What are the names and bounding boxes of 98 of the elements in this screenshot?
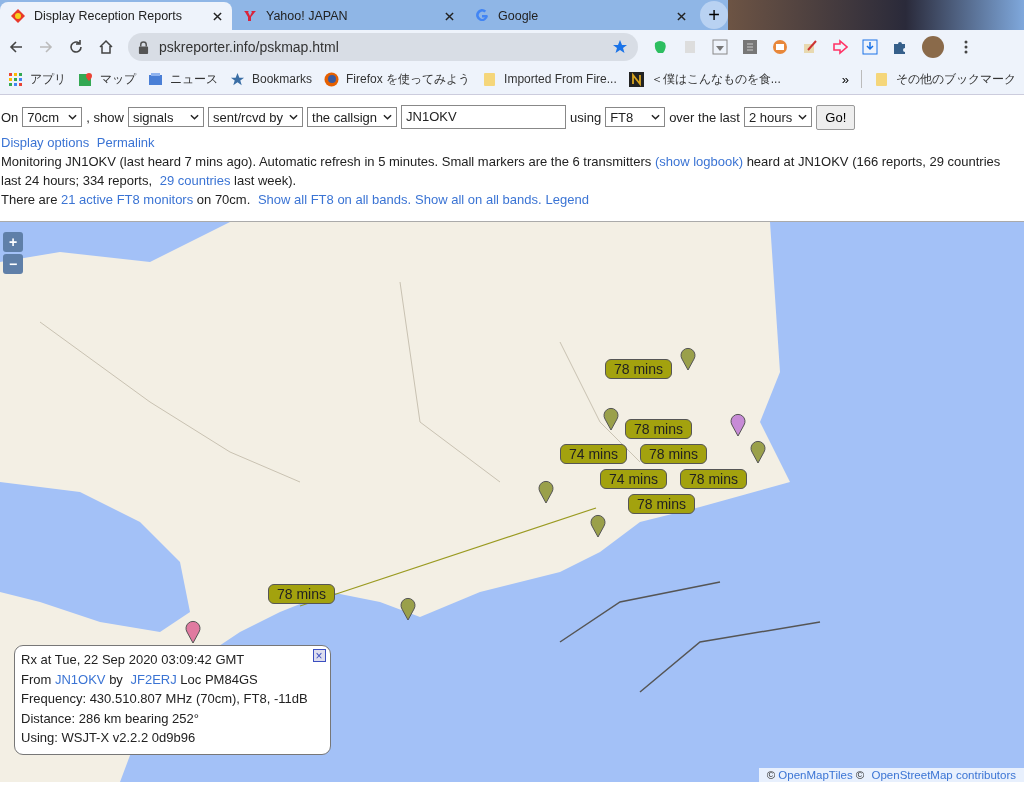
chevron-down-icon xyxy=(68,114,78,120)
bookmark-item[interactable]: アプリ xyxy=(8,70,66,88)
form-label: using xyxy=(570,109,602,125)
folder-icon xyxy=(874,71,889,87)
arrow-icon[interactable] xyxy=(832,39,848,55)
close-button[interactable]: × xyxy=(312,649,326,662)
download-icon[interactable] xyxy=(862,39,878,55)
time-marker[interactable]: 78 mins xyxy=(628,494,696,514)
chevron-down-icon xyxy=(189,114,199,120)
chevron-down-icon xyxy=(383,114,393,120)
close-icon[interactable] xyxy=(213,11,222,21)
bookmark-item[interactable]: Bookmarks xyxy=(230,71,313,87)
letter-logo-icon xyxy=(628,71,644,87)
pencil-icon[interactable] xyxy=(802,39,818,55)
profile-avatar[interactable] xyxy=(922,36,944,58)
map-pin-icon[interactable] xyxy=(750,440,766,464)
popup-line: Distance: 286 km bearing 252° xyxy=(21,709,200,728)
folder-icon xyxy=(482,71,498,87)
form-label: over the last xyxy=(669,109,740,125)
star-icon xyxy=(230,71,245,87)
text-link[interactable]: 29 countries xyxy=(159,173,231,188)
option-link[interactable]: Permalink xyxy=(96,135,155,150)
attribution-link[interactable]: OpenMapTiles xyxy=(778,769,853,781)
lock-icon xyxy=(138,40,149,54)
map-pin-icon[interactable] xyxy=(730,413,746,437)
globe-icon xyxy=(324,71,340,87)
image-icon[interactable] xyxy=(772,39,788,55)
time-marker[interactable]: 74 mins xyxy=(600,469,668,489)
bookmarks-overflow-button[interactable]: » xyxy=(841,71,849,87)
time-marker[interactable]: 78 mins xyxy=(605,359,673,379)
attribution-link[interactable]: OpenStreetMap contributors xyxy=(871,769,1016,781)
dropdown[interactable]: signals xyxy=(127,107,204,127)
map-pin-icon[interactable] xyxy=(400,597,416,621)
map-pin-icon[interactable] xyxy=(185,620,201,644)
time-marker[interactable]: 78 mins xyxy=(640,444,708,464)
star-icon[interactable] xyxy=(612,39,628,55)
bookmark-item[interactable]: ニュース xyxy=(148,70,218,88)
info-paragraph: There are 21 active FT8 monitors on 70cm. Show all FT8 on all bands. Show all on all bands. Legend xyxy=(1,191,590,209)
dropdown[interactable]: FT8 xyxy=(605,107,666,127)
popup-line: Frequency: 430.510.807 MHz (70cm), FT8, -11dB xyxy=(21,690,308,708)
dropdown[interactable]: sent/rcvd by xyxy=(207,107,303,127)
g-logo-icon xyxy=(474,8,490,24)
form-label: , show xyxy=(86,109,124,125)
home-icon[interactable] xyxy=(98,39,114,55)
go-button[interactable]: Go! xyxy=(816,104,856,130)
dropdown[interactable]: the callsign xyxy=(307,107,398,127)
browser-tab[interactable]: Yahoo! JAPAN xyxy=(232,2,464,30)
map-pin-icon[interactable] xyxy=(603,407,619,431)
text-link[interactable]: Show all on all bands. xyxy=(415,192,542,207)
form-label: On xyxy=(1,109,19,125)
map-pin-icon[interactable] xyxy=(680,347,696,371)
time-marker[interactable]: 78 mins xyxy=(625,419,693,439)
grid-icon xyxy=(8,71,23,87)
map-pin-icon[interactable] xyxy=(538,480,554,504)
browser-tab[interactable]: Display Reception Reports xyxy=(0,2,232,30)
text-link[interactable]: Legend xyxy=(545,192,589,207)
y-logo-icon xyxy=(242,8,258,24)
newspaper-icon xyxy=(148,71,163,87)
text-link[interactable]: Show all FT8 on all bands. xyxy=(257,192,412,207)
map-attribution: © OpenMapTiles © OpenStreetMap contributors xyxy=(758,768,1024,782)
address-bar[interactable]: pskreporter.info/pskmap.html xyxy=(128,33,638,61)
bookmark-item[interactable]: その他のブックマーク xyxy=(874,70,1016,88)
callsign-link[interactable]: JN1OKV xyxy=(54,671,106,687)
time-marker[interactable]: 74 mins xyxy=(560,444,628,464)
puzzle-icon[interactable] xyxy=(892,39,908,55)
close-icon[interactable] xyxy=(445,11,454,21)
text-link[interactable]: 21 active FT8 monitors xyxy=(61,192,194,207)
option-link[interactable]: Display options xyxy=(1,135,90,150)
bookmark-item[interactable]: マップ xyxy=(78,70,136,88)
popup-line: Rx at Tue, 22 Sep 2020 03:09:42 GMT xyxy=(21,651,246,669)
bookmark-item[interactable]: Firefox を使ってみよう xyxy=(324,70,471,88)
chevron-down-icon xyxy=(651,114,661,120)
map-pin-icon[interactable] xyxy=(590,514,606,538)
bookmark-item[interactable]: ＜僕はこんなものを食... xyxy=(628,70,781,88)
zoom-button[interactable]: − xyxy=(3,254,23,274)
square-icon[interactable] xyxy=(742,39,758,55)
reload-icon[interactable] xyxy=(68,39,84,55)
dropdown[interactable]: 70cm xyxy=(22,107,83,127)
popup-line: Using: WSJT-X v2.2.2 0d9b96 xyxy=(21,729,197,747)
time-marker[interactable]: 78 mins xyxy=(680,469,748,489)
popup-line: From JN1OKV by JF2ERJ Loc PM84GS xyxy=(21,670,259,689)
dropdown[interactable]: 2 hours xyxy=(743,107,813,127)
text-link[interactable]: (show logbook) xyxy=(654,154,744,169)
diamond-logo-icon xyxy=(10,8,26,24)
new-tab-button[interactable]: + xyxy=(700,1,728,29)
map-pin-icon xyxy=(78,71,93,87)
bookmark-item[interactable]: Imported From Fire... xyxy=(482,71,617,87)
back-icon[interactable] xyxy=(8,39,24,55)
time-marker[interactable]: 78 mins xyxy=(268,584,336,604)
browser-tab[interactable]: Google xyxy=(464,2,696,30)
zoom-button[interactable]: + xyxy=(3,232,23,252)
info-paragraph: Monitoring JN1OKV (last heard 7 mins ago). Automatic refresh in 5 minutes. Small markers are the 6 transmitters (show logbook) heard at JN1OKV (166 reports, 29 countries last 24 hours; 334 reports, 29 countries last week). xyxy=(1,153,1002,190)
chevron-down-icon xyxy=(798,114,808,120)
download-icon[interactable] xyxy=(712,39,728,55)
chevron-down-icon xyxy=(289,114,298,120)
close-icon[interactable] xyxy=(677,11,686,21)
callsign-link[interactable]: JF2ERJ xyxy=(130,671,177,687)
callsign-input[interactable]: JN1OKV xyxy=(401,105,567,129)
